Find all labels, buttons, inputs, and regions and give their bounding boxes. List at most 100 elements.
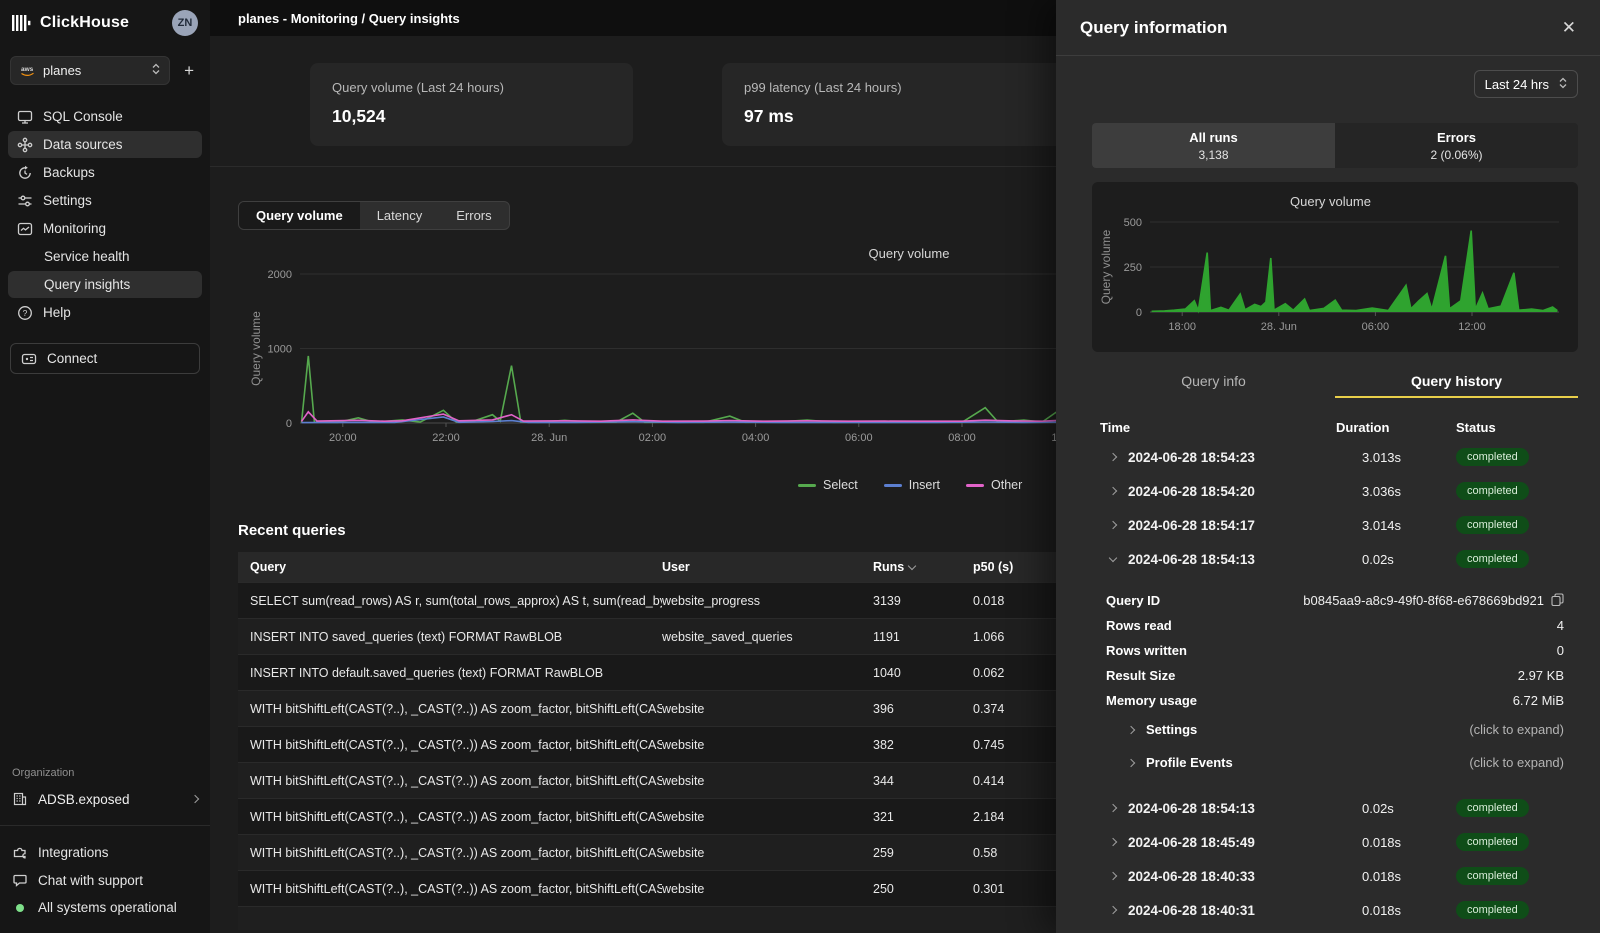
run-time: 2024-06-28 18:45:49: [1128, 835, 1255, 850]
tab-query-info[interactable]: Query info: [1092, 368, 1335, 398]
column-header-query[interactable]: Query: [238, 560, 662, 574]
detail-label: Memory usage: [1092, 693, 1197, 708]
stat-label: Query volume (Last 24 hours): [332, 80, 611, 95]
chevron-updown-icon: [1559, 77, 1567, 92]
sidebar-item-sql-console[interactable]: SQL Console: [8, 103, 202, 130]
column-header-runs[interactable]: Runs: [873, 560, 973, 574]
select-swatch-icon: [798, 484, 816, 487]
chevron-right-icon: [1109, 838, 1117, 846]
brand-name: ClickHouse: [40, 14, 129, 32]
integrations-link[interactable]: Integrations: [0, 838, 210, 866]
svg-text:06:00: 06:00: [1362, 321, 1390, 333]
svg-text:08:00: 08:00: [948, 432, 976, 444]
sidebar-item-data-sources[interactable]: Data sources: [8, 131, 202, 158]
organization-name: ADSB.exposed: [38, 792, 130, 807]
sidebar: ClickHouse ZN aws planes + SQL Console: [0, 0, 210, 933]
history-row[interactable]: 2024-06-28 18:54:20 3.036s completed: [1092, 474, 1578, 508]
status-badge: completed: [1456, 516, 1529, 534]
user-cell: website: [662, 846, 873, 860]
segment-value: 2 (0.06%): [1430, 148, 1482, 162]
panel-header: Query information ✕: [1056, 0, 1600, 56]
runs-cell: 344: [873, 774, 973, 788]
query-cell: WITH bitShiftLeft(CAST(?..), _CAST(?..))…: [238, 738, 662, 752]
legend-label: Insert: [909, 478, 940, 492]
all-runs-segment[interactable]: All runs 3,138: [1092, 123, 1335, 168]
history-row[interactable]: 2024-06-28 18:45:49 0.018s completed: [1092, 825, 1578, 859]
time-range-select[interactable]: Last 24 hrs: [1474, 70, 1578, 98]
history-row[interactable]: 2024-06-28 18:54:23 3.013s completed: [1092, 440, 1578, 474]
run-details: Query ID b0845aa9-a8c9-49f0-8f68-e678669…: [1092, 576, 1578, 785]
run-time: 2024-06-28 18:54:23: [1128, 450, 1255, 465]
panel-tabs: Query info Query history: [1092, 368, 1578, 398]
run-time: 2024-06-28 18:54:20: [1128, 484, 1255, 499]
detail-value: 4: [1557, 618, 1578, 633]
sidebar-item-monitoring[interactable]: Monitoring: [8, 215, 202, 242]
sidebar-item-service-health[interactable]: Service health: [8, 243, 202, 270]
sidebar-item-help[interactable]: ? Help: [8, 299, 202, 326]
time-range-value: Last 24 hrs: [1485, 77, 1549, 92]
settings-icon: [17, 193, 33, 209]
run-time: 2024-06-28 18:54:13: [1128, 801, 1255, 816]
svg-text:06:00: 06:00: [845, 432, 873, 444]
column-header-user[interactable]: User: [662, 560, 873, 574]
sidebar-item-label: Settings: [43, 193, 92, 208]
other-swatch-icon: [966, 484, 984, 487]
tab-query-history[interactable]: Query history: [1335, 368, 1578, 398]
clickhouse-console: ClickHouse ZN aws planes + SQL Console: [0, 0, 1600, 933]
query-cell: INSERT INTO default.saved_queries (text)…: [238, 666, 662, 680]
settings-expander[interactable]: Settings (click to expand): [1092, 713, 1578, 746]
run-duration: 0.018s: [1336, 869, 1452, 884]
runs-cell: 250: [873, 882, 973, 896]
history-row[interactable]: 2024-06-28 18:40:33 0.018s completed: [1092, 859, 1578, 893]
organization-switcher[interactable]: ADSB.exposed: [0, 787, 210, 817]
sidebar-item-query-insights[interactable]: Query insights: [8, 271, 202, 298]
integrations-icon: [12, 844, 28, 860]
legend-item-other[interactable]: Other: [966, 478, 1022, 492]
history-row-expanded[interactable]: 2024-06-28 18:54:13 0.02s completed: [1092, 542, 1578, 576]
detail-label: Query ID: [1092, 593, 1160, 608]
system-status-link[interactable]: All systems operational: [0, 894, 210, 921]
legend-item-select[interactable]: Select: [798, 478, 858, 492]
run-duration: 3.036s: [1336, 484, 1452, 499]
expander-hint: (click to expand): [1469, 755, 1578, 770]
svg-text:Query volume: Query volume: [869, 246, 950, 261]
svg-text:0: 0: [286, 418, 292, 430]
close-icon[interactable]: ✕: [1562, 19, 1576, 36]
service-selector[interactable]: aws planes: [10, 56, 170, 85]
legend-item-insert[interactable]: Insert: [884, 478, 940, 492]
tab-errors[interactable]: Errors: [439, 202, 508, 229]
run-time: 2024-06-28 18:40:31: [1128, 903, 1255, 918]
copy-icon[interactable]: [1551, 593, 1564, 609]
query-cell: SELECT sum(read_rows) AS r, sum(total_ro…: [238, 594, 662, 608]
query-cell: INSERT INTO saved_queries (text) FORMAT …: [238, 630, 662, 644]
stat-value: 10,524: [332, 106, 611, 127]
history-row[interactable]: 2024-06-28 18:40:31 0.018s completed: [1092, 893, 1578, 927]
query-id-value: b0845aa9-a8c9-49f0-8f68-e678669bd921: [1303, 593, 1544, 608]
sidebar-item-label: Backups: [43, 165, 95, 180]
sidebar-header: ClickHouse ZN: [0, 0, 210, 44]
tab-query-volume[interactable]: Query volume: [239, 202, 360, 229]
detail-label: Rows read: [1092, 618, 1172, 633]
profile-events-expander[interactable]: Profile Events (click to expand): [1092, 746, 1578, 779]
history-row[interactable]: 2024-06-28 18:54:17 3.014s completed: [1092, 508, 1578, 542]
svg-text:500: 500: [1124, 217, 1142, 229]
query-cell: WITH bitShiftLeft(CAST(?..), _CAST(?..))…: [238, 702, 662, 716]
chat-support-label: Chat with support: [38, 873, 143, 888]
detail-label: Rows written: [1092, 643, 1187, 658]
add-service-button[interactable]: +: [182, 60, 196, 81]
run-duration: 0.018s: [1336, 835, 1452, 850]
connect-button[interactable]: Connect: [10, 343, 200, 374]
history-row[interactable]: 2024-06-28 18:54:13 0.02s completed: [1092, 791, 1578, 825]
panel-title: Query information: [1080, 18, 1227, 38]
tab-latency[interactable]: Latency: [360, 202, 440, 229]
sidebar-item-backups[interactable]: Backups: [8, 159, 202, 186]
query-cell: WITH bitShiftLeft(CAST(?..), _CAST(?..))…: [238, 846, 662, 860]
svg-text:Query volume: Query volume: [1099, 229, 1113, 304]
errors-segment[interactable]: Errors 2 (0.06%): [1335, 123, 1578, 168]
sidebar-item-settings[interactable]: Settings: [8, 187, 202, 214]
user-cell: website: [662, 774, 873, 788]
chat-support-link[interactable]: Chat with support: [0, 866, 210, 894]
svg-text:2000: 2000: [268, 269, 292, 281]
detail-row: Rows written 0: [1092, 638, 1578, 663]
avatar[interactable]: ZN: [172, 10, 198, 36]
